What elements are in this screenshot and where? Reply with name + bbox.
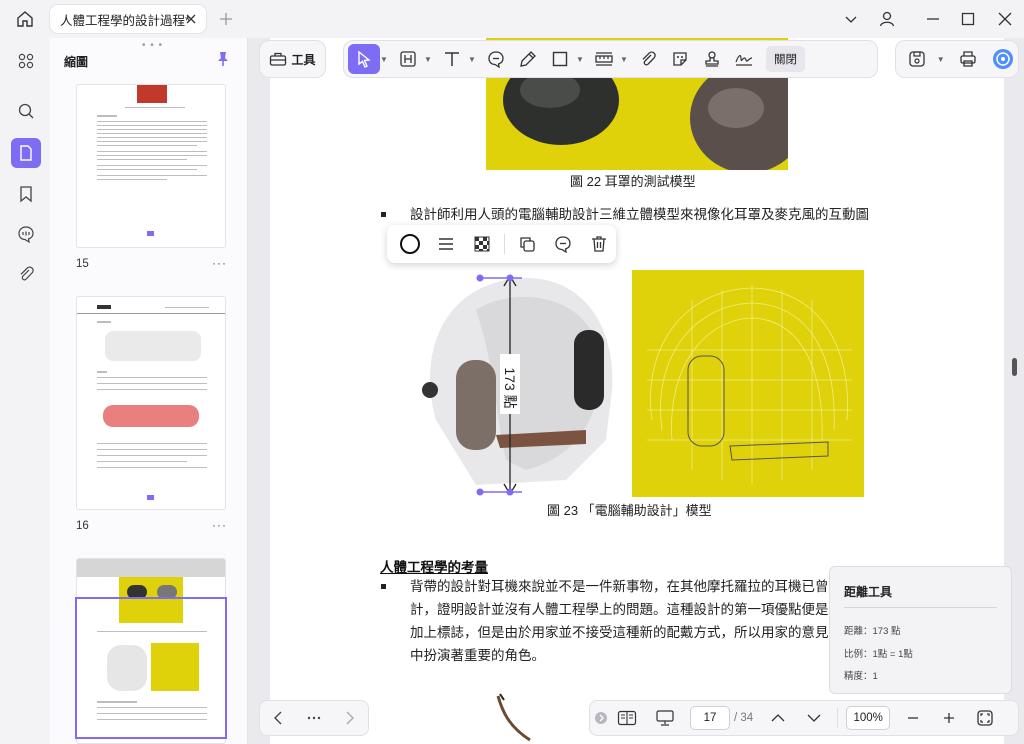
pin-icon[interactable]: [216, 51, 230, 67]
toolbox-icon: [270, 52, 287, 66]
chevron-up-icon[interactable]: [763, 704, 793, 732]
select-tool-icon[interactable]: [348, 44, 380, 74]
account-icon[interactable]: [874, 8, 900, 30]
page-total: / 34: [734, 712, 754, 724]
chevron-down-icon[interactable]: ▼: [620, 55, 628, 64]
zoom-out-icon[interactable]: [898, 704, 928, 732]
distance-tool-title: 距離工具: [844, 585, 893, 599]
thumbnail-number: 16: [76, 520, 89, 532]
thumbnail-page-16[interactable]: [76, 296, 226, 510]
left-rail: [0, 38, 50, 744]
maximize-icon[interactable]: [955, 8, 981, 30]
comment-icon[interactable]: [11, 219, 41, 249]
panel-grip[interactable]: • • •: [142, 40, 163, 51]
thumbnail-more-button[interactable]: ···: [212, 518, 227, 532]
line-weight-icon[interactable]: [429, 229, 463, 259]
bookmark-icon[interactable]: [11, 179, 41, 209]
chevron-left-icon[interactable]: [263, 704, 293, 732]
sticker-icon[interactable]: [664, 44, 696, 74]
tools-label: 工具: [291, 52, 316, 67]
pen-tool-icon[interactable]: [512, 44, 544, 74]
stroke-color-icon[interactable]: [393, 229, 427, 259]
presentation-icon[interactable]: [650, 704, 680, 732]
comment-icon[interactable]: [546, 229, 580, 259]
document-tab[interactable]: 人體工程學的設計過程*: [50, 5, 206, 33]
chevron-down-icon[interactable]: ▼: [424, 55, 432, 64]
title-bar: 人體工程學的設計過程*: [0, 0, 1024, 38]
signature-icon[interactable]: [728, 44, 760, 74]
right-toolbar: ▼: [895, 40, 1019, 78]
page-number-input[interactable]: 17: [690, 706, 730, 730]
chevron-down-icon[interactable]: ▼: [937, 55, 945, 64]
precision-value: 精度：1: [844, 671, 878, 682]
close-icon[interactable]: [184, 12, 198, 26]
stamp-icon[interactable]: [696, 44, 728, 74]
viewport-indicator[interactable]: [75, 597, 227, 739]
note-tool-icon[interactable]: [480, 44, 512, 74]
chevron-down-icon[interactable]: ▼: [576, 55, 584, 64]
paragraph-line: 背帶的設計對耳機來說並不是一件新事物，在其他摩托羅拉的耳機已曾: [410, 579, 828, 594]
delete-icon[interactable]: [582, 229, 616, 259]
annotation-toolbar: ▼ ▼ ▼ ▼ ▼ 關閉: [343, 40, 878, 78]
figure-23-caption: 圖 23 「電腦輔助設計」模型: [547, 503, 712, 518]
bullet: [381, 584, 386, 589]
close-toolbar-button[interactable]: 關閉: [766, 46, 805, 72]
thumbnail-panel: • • • 縮圖 15 ··· 16 ···: [50, 38, 248, 744]
copy-icon[interactable]: [510, 229, 544, 259]
opacity-icon[interactable]: [465, 229, 499, 259]
thumbnails-icon[interactable]: [11, 138, 41, 168]
thumbnail-page-15[interactable]: [76, 84, 226, 248]
figure-23-right-image: [632, 270, 864, 497]
bullet: [381, 212, 386, 217]
thumbnail-image: [137, 85, 167, 103]
zoom-in-icon[interactable]: [934, 704, 964, 732]
attachment-icon[interactable]: [632, 44, 664, 74]
tab-title: 人體工程學的設計過程*: [60, 13, 190, 28]
bullet-text: 設計師利用人頭的電腦輔助設計三維立體模型來視像化耳罩及麥克風的互動圖: [410, 207, 869, 222]
chevron-down-icon[interactable]: [799, 704, 829, 732]
page-controls: 17 / 34 100%: [589, 700, 1019, 736]
chevron-down-icon[interactable]: ▼: [380, 55, 388, 64]
distance-tool-panel: 距離工具 距離：173 點 比例：1點 = 1點 精度：1: [829, 566, 1012, 694]
window-close-icon[interactable]: [992, 8, 1018, 30]
thumbnail-number: 15: [76, 258, 89, 270]
measure-tool-icon[interactable]: [588, 44, 620, 74]
print-icon[interactable]: [953, 44, 984, 74]
shape-tool-icon[interactable]: [544, 44, 576, 74]
fit-page-icon[interactable]: [970, 704, 1000, 732]
scale-value: 比例：1點 = 1點: [844, 649, 913, 660]
vertical-scrollbar[interactable]: [1012, 358, 1017, 376]
distance-value: 距離：173 點: [844, 626, 901, 637]
partial-figure: [496, 693, 531, 742]
paragraph-line: 加上標誌，但是由於用家並不接受這種新的配戴方式，所以用家的意見: [410, 625, 828, 640]
ai-assistant-icon[interactable]: [987, 44, 1018, 74]
figure-22-caption: 圖 22 耳罩的測試模型: [570, 174, 696, 189]
highlight-tool-icon[interactable]: [392, 44, 424, 74]
more-icon[interactable]: [299, 704, 329, 732]
measure-label: 173 點: [502, 367, 518, 409]
section-heading: 人體工程學的考量: [380, 560, 488, 575]
thumbnail-more-button[interactable]: ···: [212, 256, 227, 270]
search-icon[interactable]: [11, 96, 41, 126]
chevron-down-icon[interactable]: ▼: [468, 55, 476, 64]
collapse-icon[interactable]: [590, 704, 612, 732]
add-tab-icon[interactable]: [216, 9, 236, 29]
paragraph-line: 中扮演著重要的角色。: [410, 648, 545, 663]
save-icon[interactable]: [902, 44, 933, 74]
chevron-right-icon[interactable]: [335, 704, 365, 732]
page-layout-icon[interactable]: [612, 704, 642, 732]
text-tool-icon[interactable]: [436, 44, 468, 74]
paragraph-line: 計，證明設計並沒有人體工程學上的問題。這種設計的第一項優點便是: [410, 602, 828, 617]
minimize-icon[interactable]: [920, 8, 946, 30]
attachment-icon[interactable]: [11, 259, 41, 289]
page-nav-left: [259, 700, 369, 736]
chevron-down-icon[interactable]: [838, 8, 864, 30]
zoom-level-input[interactable]: 100%: [846, 706, 891, 730]
annotation-edit-bar: [387, 225, 616, 263]
home-icon[interactable]: [10, 6, 40, 32]
tools-button[interactable]: 工具: [259, 40, 326, 78]
apps-icon[interactable]: [11, 46, 41, 76]
panel-title: 縮圖: [64, 55, 89, 69]
